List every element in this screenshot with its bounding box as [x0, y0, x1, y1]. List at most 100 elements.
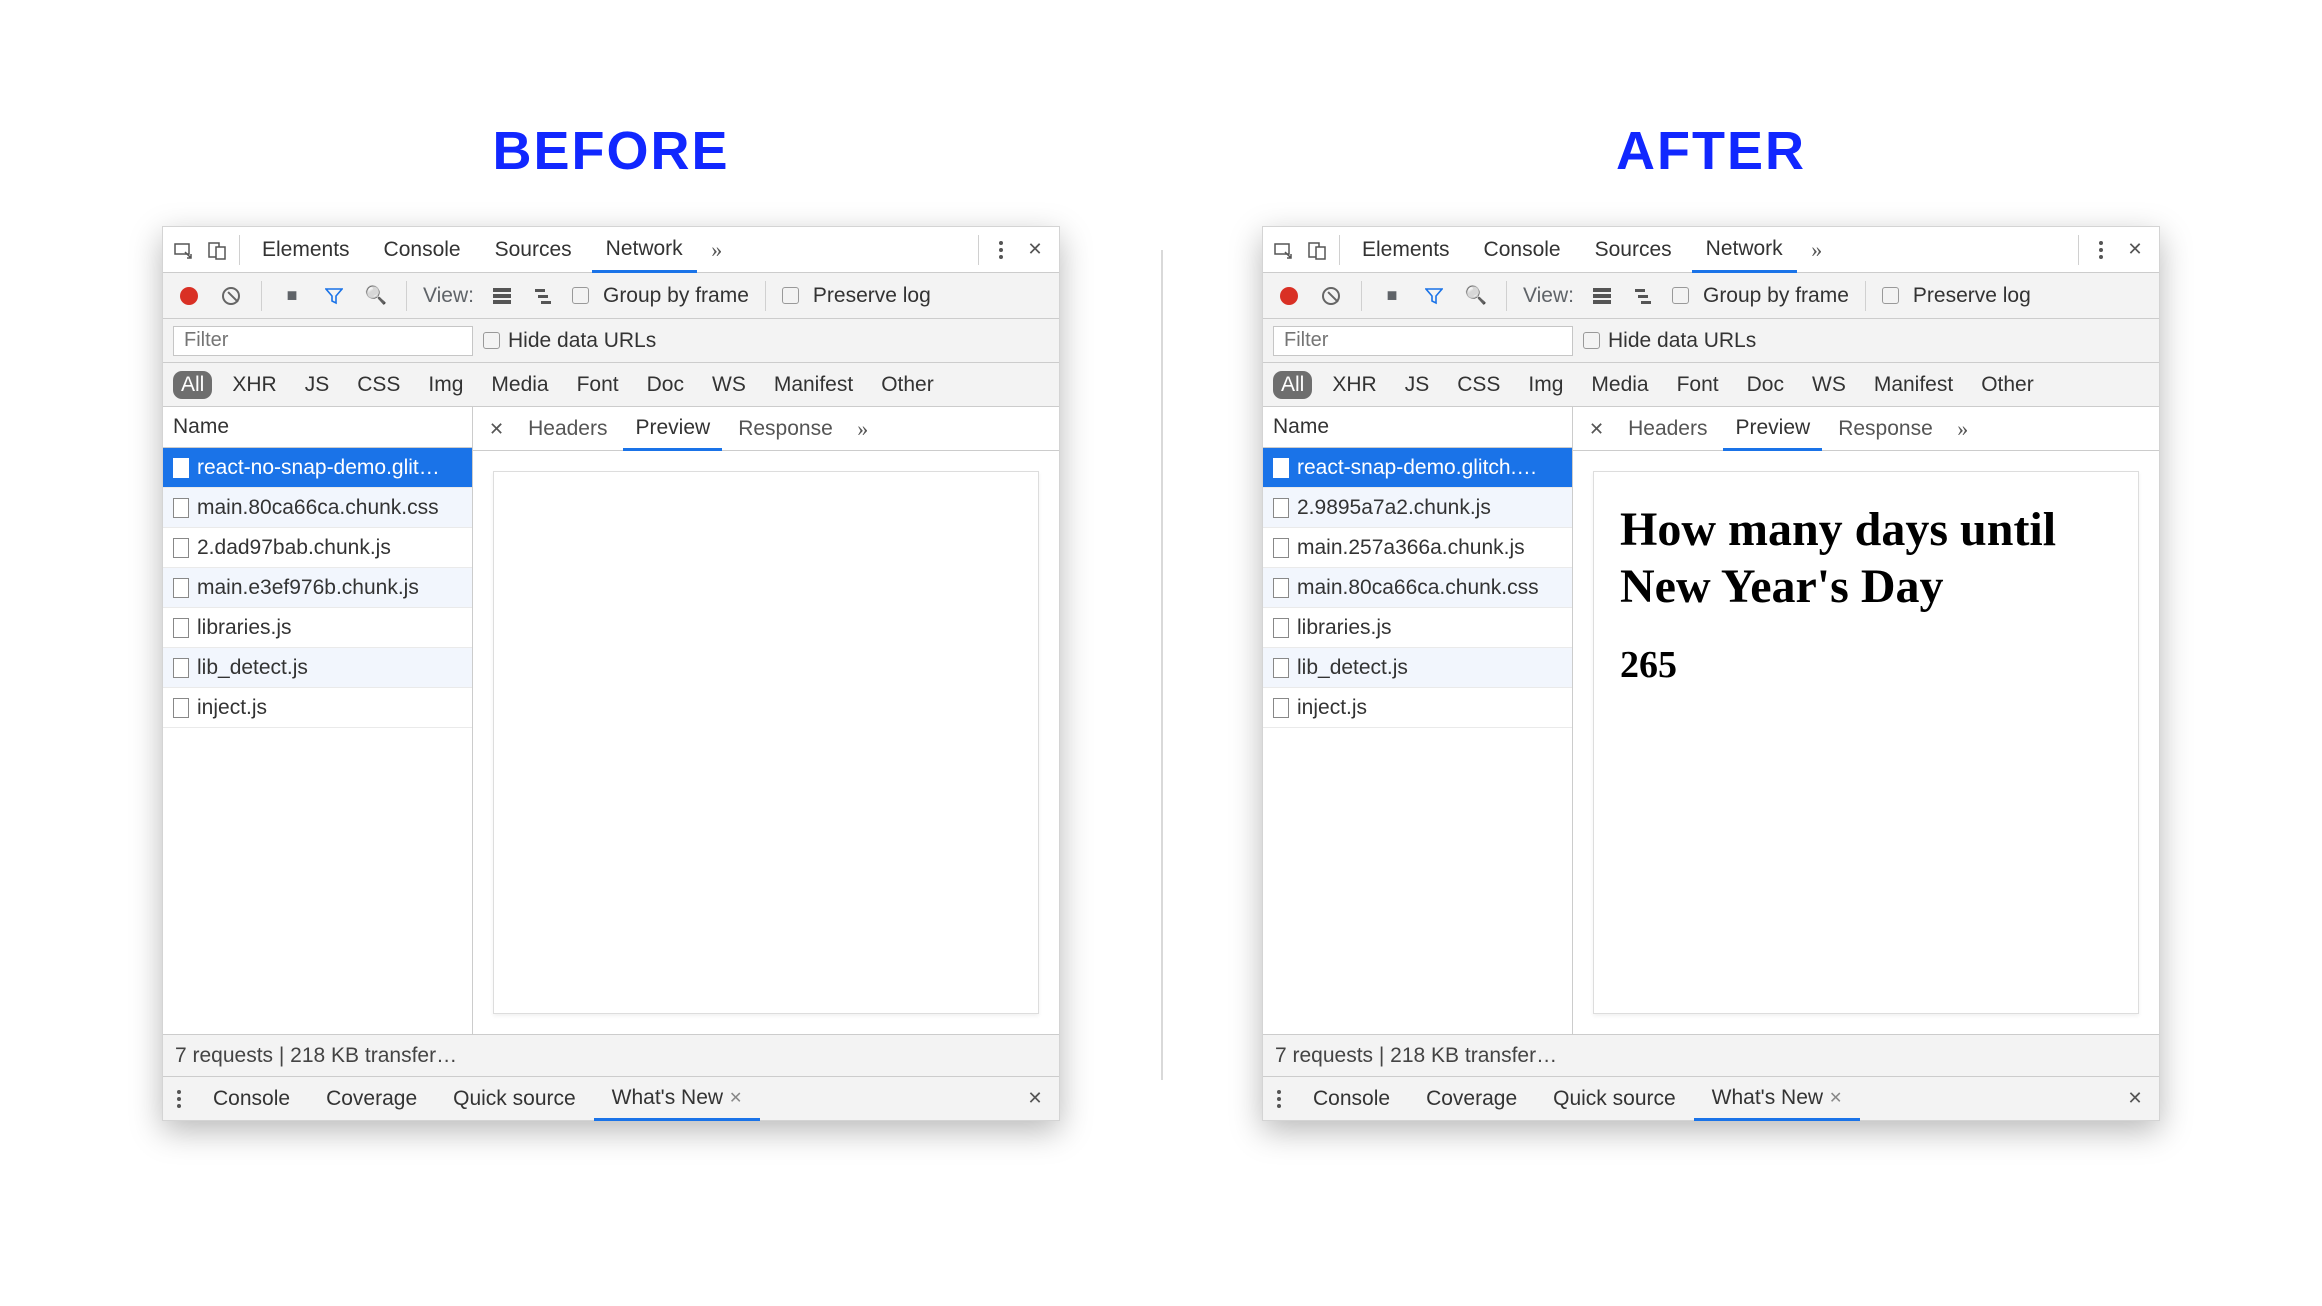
request-row[interactable]: main.e3ef976b.chunk.js: [163, 568, 472, 608]
request-row[interactable]: react-snap-demo.glitch.…: [1263, 448, 1572, 488]
request-row[interactable]: inject.js: [1263, 688, 1572, 728]
detail-tab-headers[interactable]: Headers: [1616, 407, 1719, 451]
request-row[interactable]: main.80ca66ca.chunk.css: [1263, 568, 1572, 608]
type-doc[interactable]: Doc: [639, 371, 692, 399]
filter-input[interactable]: [1273, 326, 1573, 356]
clear-icon[interactable]: [1317, 282, 1345, 310]
kebab-menu-icon[interactable]: [987, 236, 1015, 264]
request-row[interactable]: 2.dad97bab.chunk.js: [163, 528, 472, 568]
detail-tab-preview[interactable]: Preview: [623, 407, 722, 451]
detail-tab-response[interactable]: Response: [1826, 407, 1945, 451]
detail-tab-headers[interactable]: Headers: [516, 407, 619, 451]
screenshot-icon[interactable]: [278, 282, 306, 310]
search-icon[interactable]: [362, 282, 390, 310]
type-other[interactable]: Other: [1973, 371, 2042, 399]
filter-toggle-icon[interactable]: [320, 282, 348, 310]
tab-sources[interactable]: Sources: [1581, 227, 1686, 273]
hide-data-urls-checkbox[interactable]: [1583, 332, 1600, 349]
tab-elements[interactable]: Elements: [1348, 227, 1464, 273]
type-manifest[interactable]: Manifest: [766, 371, 861, 399]
search-icon[interactable]: [1462, 282, 1490, 310]
request-list-header[interactable]: Name: [1263, 407, 1572, 448]
type-xhr[interactable]: XHR: [1324, 371, 1384, 399]
type-manifest[interactable]: Manifest: [1866, 371, 1961, 399]
large-rows-icon[interactable]: [1588, 282, 1616, 310]
waterfall-icon[interactable]: [530, 282, 558, 310]
drawer-tab-quick-source[interactable]: Quick source: [435, 1077, 594, 1121]
record-icon[interactable]: [1275, 282, 1303, 310]
type-xhr[interactable]: XHR: [224, 371, 284, 399]
type-all[interactable]: All: [173, 371, 212, 399]
device-toggle-icon[interactable]: [1303, 236, 1331, 264]
drawer-menu-icon[interactable]: [1263, 1090, 1295, 1108]
drawer-tab-coverage[interactable]: Coverage: [1408, 1077, 1535, 1121]
request-row[interactable]: main.257a366a.chunk.js: [1263, 528, 1572, 568]
drawer-tab-whats-new[interactable]: What's New✕: [1694, 1077, 1861, 1121]
drawer-tab-quick-source[interactable]: Quick source: [1535, 1077, 1694, 1121]
request-row[interactable]: main.80ca66ca.chunk.css: [163, 488, 472, 528]
kebab-menu-icon[interactable]: [2087, 236, 2115, 264]
close-icon[interactable]: ✕: [1829, 1088, 1842, 1108]
request-row[interactable]: libraries.js: [163, 608, 472, 648]
record-icon[interactable]: [175, 282, 203, 310]
request-row[interactable]: react-no-snap-demo.glit…: [163, 448, 472, 488]
more-detail-tabs-icon[interactable]: [849, 415, 877, 443]
drawer-tab-whats-new[interactable]: What's New✕: [594, 1077, 761, 1121]
drawer-tab-console[interactable]: Console: [195, 1077, 308, 1121]
type-js[interactable]: JS: [297, 371, 338, 399]
more-tabs-icon[interactable]: [703, 236, 731, 264]
more-tabs-icon[interactable]: [1803, 236, 1831, 264]
more-detail-tabs-icon[interactable]: [1949, 415, 1977, 443]
preserve-log-checkbox[interactable]: [782, 287, 799, 304]
inspect-icon[interactable]: [169, 236, 197, 264]
type-ws[interactable]: WS: [704, 371, 754, 399]
hide-data-urls-checkbox[interactable]: [483, 332, 500, 349]
tab-sources[interactable]: Sources: [481, 227, 586, 273]
type-css[interactable]: CSS: [1449, 371, 1508, 399]
request-row[interactable]: inject.js: [163, 688, 472, 728]
drawer-menu-icon[interactable]: [163, 1090, 195, 1108]
close-icon[interactable]: ✕: [729, 1088, 742, 1108]
device-toggle-icon[interactable]: [203, 236, 231, 264]
type-img[interactable]: Img: [420, 371, 471, 399]
drawer-tab-console[interactable]: Console: [1295, 1077, 1408, 1121]
filter-toggle-icon[interactable]: [1420, 282, 1448, 310]
group-by-frame-checkbox[interactable]: [1672, 287, 1689, 304]
tab-console[interactable]: Console: [1470, 227, 1575, 273]
close-drawer-icon[interactable]: [2121, 1085, 2149, 1113]
close-drawer-icon[interactable]: [1021, 1085, 1049, 1113]
type-doc[interactable]: Doc: [1739, 371, 1792, 399]
tab-network[interactable]: Network: [1692, 227, 1797, 273]
type-img[interactable]: Img: [1520, 371, 1571, 399]
close-devtools-icon[interactable]: [2121, 236, 2149, 264]
detail-tab-response[interactable]: Response: [726, 407, 845, 451]
request-list-header[interactable]: Name: [163, 407, 472, 448]
request-row[interactable]: libraries.js: [1263, 608, 1572, 648]
type-other[interactable]: Other: [873, 371, 942, 399]
type-all[interactable]: All: [1273, 371, 1312, 399]
group-by-frame-checkbox[interactable]: [572, 287, 589, 304]
detail-tab-preview[interactable]: Preview: [1723, 407, 1822, 451]
request-row[interactable]: 2.9895a7a2.chunk.js: [1263, 488, 1572, 528]
request-row[interactable]: lib_detect.js: [163, 648, 472, 688]
type-css[interactable]: CSS: [349, 371, 408, 399]
type-font[interactable]: Font: [1669, 371, 1727, 399]
preserve-log-checkbox[interactable]: [1882, 287, 1899, 304]
inspect-icon[interactable]: [1269, 236, 1297, 264]
type-font[interactable]: Font: [569, 371, 627, 399]
screenshot-icon[interactable]: [1378, 282, 1406, 310]
close-detail-icon[interactable]: [481, 417, 512, 441]
waterfall-icon[interactable]: [1630, 282, 1658, 310]
type-ws[interactable]: WS: [1804, 371, 1854, 399]
request-row[interactable]: lib_detect.js: [1263, 648, 1572, 688]
close-devtools-icon[interactable]: [1021, 236, 1049, 264]
type-media[interactable]: Media: [483, 371, 556, 399]
tab-network[interactable]: Network: [592, 227, 697, 273]
type-js[interactable]: JS: [1397, 371, 1438, 399]
close-detail-icon[interactable]: [1581, 417, 1612, 441]
clear-icon[interactable]: [217, 282, 245, 310]
tab-console[interactable]: Console: [370, 227, 475, 273]
drawer-tab-coverage[interactable]: Coverage: [308, 1077, 435, 1121]
filter-input[interactable]: [173, 326, 473, 356]
large-rows-icon[interactable]: [488, 282, 516, 310]
